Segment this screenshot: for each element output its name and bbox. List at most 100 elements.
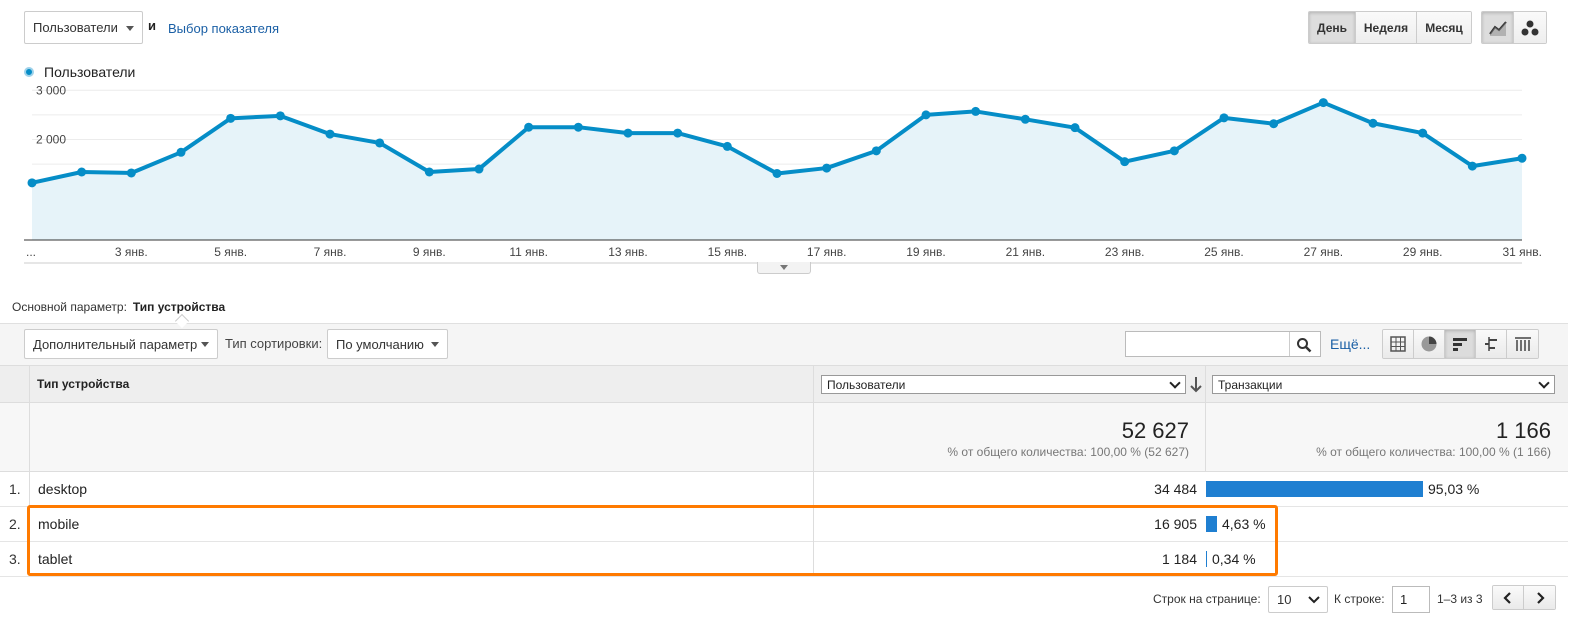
metric-dropdown[interactable]: Пользователи xyxy=(24,11,143,44)
y-tick-label: 2 000 xyxy=(36,133,66,147)
x-tick-label: 21 янв. xyxy=(1006,245,1046,259)
advanced-filter-link[interactable]: Ещё... xyxy=(1330,336,1370,352)
and-label: и xyxy=(148,18,156,33)
chevron-down-icon xyxy=(780,265,788,270)
data-point xyxy=(1020,114,1030,124)
data-point xyxy=(921,110,931,120)
totals-row: 52 627 % от общего количества: 100,00 % … xyxy=(0,403,1568,472)
legend-label[interactable]: Пользователи xyxy=(44,64,135,80)
goto-row-input[interactable]: 1 xyxy=(1392,586,1430,613)
dimension-column-header[interactable]: Тип устройства xyxy=(37,377,129,391)
sort-type-dropdown[interactable]: По умолчанию xyxy=(327,329,448,359)
period-day-button[interactable]: День xyxy=(1309,12,1356,43)
data-point xyxy=(325,129,335,139)
sort-type-value: По умолчанию xyxy=(336,336,424,352)
data-point xyxy=(1418,128,1428,138)
chart-type-group xyxy=(1481,11,1547,44)
next-page-button[interactable] xyxy=(1524,586,1555,609)
period-button-group: День Неделя Месяц xyxy=(1308,11,1472,44)
search-icon[interactable] xyxy=(1296,337,1312,353)
data-point xyxy=(822,163,832,173)
pivot-view-icon[interactable] xyxy=(1507,330,1538,358)
data-point xyxy=(772,168,782,178)
data-point xyxy=(77,167,87,177)
table-row: 1. desktop 34 484 95,03 % xyxy=(0,472,1568,507)
primary-dimension-label: Основной параметр: xyxy=(12,300,127,314)
pie-view-icon[interactable] xyxy=(1414,330,1445,358)
x-tick-label: 29 янв. xyxy=(1403,245,1443,259)
x-tick-label: 11 янв. xyxy=(509,245,548,259)
primary-dimension-value[interactable]: Тип устройства xyxy=(133,300,225,314)
legend-dot-icon xyxy=(24,67,34,77)
data-point xyxy=(971,106,981,116)
data-point xyxy=(524,122,534,132)
x-tick-label: 27 янв. xyxy=(1304,245,1344,259)
collapse-chart-toggle[interactable] xyxy=(757,262,811,274)
prev-page-button[interactable] xyxy=(1493,586,1524,609)
rows-per-page-value: 10 xyxy=(1277,592,1292,607)
metric1-total: 52 627 xyxy=(1121,418,1189,443)
x-tick-label: 19 янв. xyxy=(906,245,946,259)
chevron-down-icon xyxy=(1538,377,1550,389)
data-point xyxy=(1318,98,1328,108)
sort-descending-icon[interactable] xyxy=(1189,376,1203,394)
secondary-dimension-dropdown[interactable]: Дополнительный параметр xyxy=(24,329,218,359)
metric1-column-dropdown[interactable]: Пользователи xyxy=(821,375,1186,394)
data-point xyxy=(1169,146,1179,156)
data-point xyxy=(1517,153,1527,163)
data-point xyxy=(275,111,285,121)
period-week-button[interactable]: Неделя xyxy=(1356,12,1417,43)
metric1-total-note: % от общего количества: 100,00 % (52 627… xyxy=(947,445,1189,459)
table-search-input[interactable] xyxy=(1125,331,1321,357)
period-month-button[interactable]: Месяц xyxy=(1417,12,1471,43)
chevron-down-icon xyxy=(1169,377,1181,389)
x-tick-label: 3 янв. xyxy=(115,245,148,259)
x-tick-label: 23 янв. xyxy=(1105,245,1145,259)
data-point xyxy=(474,164,484,174)
pager-nav xyxy=(1492,585,1556,610)
metric1-column-label: Пользователи xyxy=(827,377,906,392)
row-number: 3. xyxy=(9,551,21,567)
data-point xyxy=(126,168,136,178)
rows-per-page-dropdown[interactable]: 10 xyxy=(1268,586,1328,613)
rows-per-page-label: Строк на странице: xyxy=(1153,592,1261,606)
x-tick-label: 25 янв. xyxy=(1204,245,1244,259)
data-point xyxy=(27,178,37,188)
metric-dropdown-label: Пользователи xyxy=(33,20,118,35)
page-range: 1–3 из 3 xyxy=(1437,592,1483,606)
caret-down-icon xyxy=(201,342,209,347)
data-point xyxy=(176,147,186,157)
data-point xyxy=(722,141,732,151)
comparison-view-icon[interactable] xyxy=(1476,330,1507,358)
primary-dimension: Основной параметр: Тип устройства xyxy=(12,300,225,314)
chevron-right-icon xyxy=(1536,591,1545,604)
data-point xyxy=(1070,123,1080,133)
line-chart-icon[interactable] xyxy=(1482,12,1514,43)
x-tick-label: 5 янв. xyxy=(214,245,247,259)
x-tick-label: 13 янв. xyxy=(608,245,648,259)
data-point xyxy=(573,122,583,132)
row-users: 34 484 xyxy=(1154,481,1197,497)
metric2-column-dropdown[interactable]: Транзакции xyxy=(1212,375,1555,394)
chevron-down-icon xyxy=(1308,596,1320,604)
row-share-bar xyxy=(1206,481,1423,497)
row-dimension[interactable]: desktop xyxy=(38,481,87,497)
goto-row-label: К строке: xyxy=(1334,592,1385,606)
data-point xyxy=(1120,157,1130,167)
data-point xyxy=(1368,118,1378,128)
x-tick-label: 7 янв. xyxy=(314,245,347,259)
table-view-icon[interactable] xyxy=(1383,330,1414,358)
search-divider xyxy=(1289,332,1290,356)
select-metric-link[interactable]: Выбор показателя xyxy=(168,21,279,36)
data-point xyxy=(226,113,236,123)
view-mode-group xyxy=(1382,329,1539,359)
data-point xyxy=(673,128,683,138)
x-tick-label: ... xyxy=(26,245,36,259)
metric2-total-note: % от общего количества: 100,00 % (1 166) xyxy=(1316,445,1551,459)
x-tick-label: 9 янв. xyxy=(413,245,446,259)
performance-view-icon[interactable] xyxy=(1445,330,1476,358)
highlight-box xyxy=(27,505,1278,576)
motion-chart-icon[interactable] xyxy=(1514,12,1546,43)
y-tick-label: 3 000 xyxy=(36,83,66,97)
table-header: Тип устройства Пользователи Транзакции xyxy=(0,365,1568,403)
